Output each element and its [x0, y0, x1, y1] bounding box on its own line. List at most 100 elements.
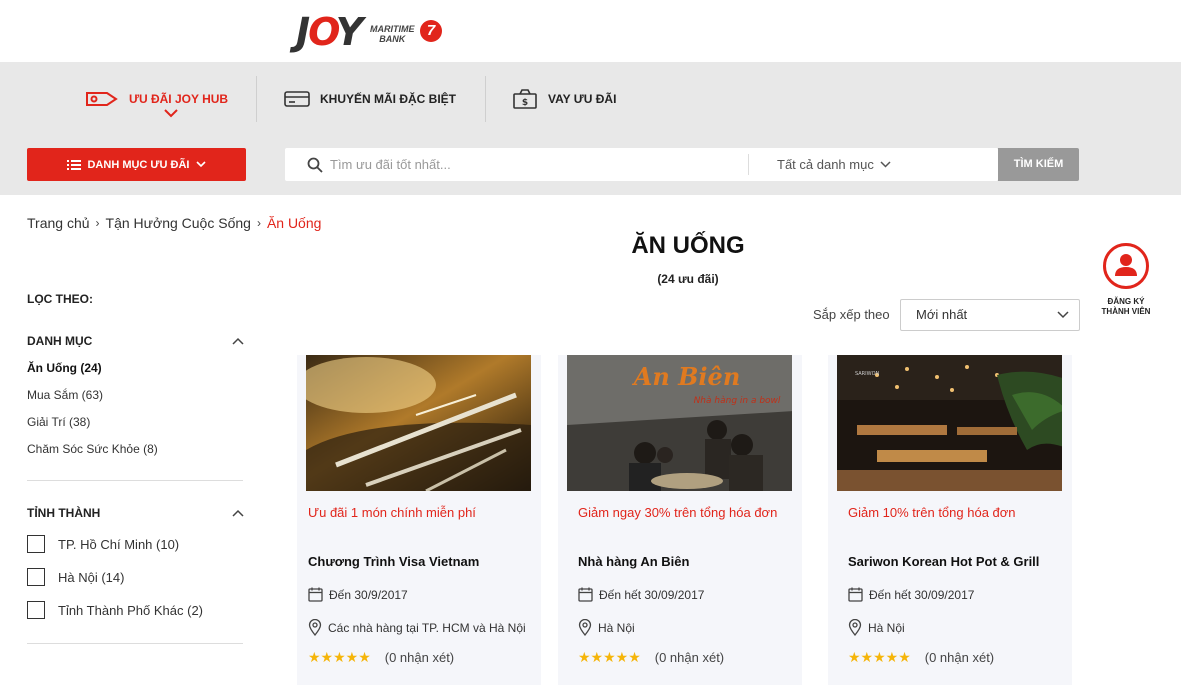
sort-value: Mới nhất: [916, 307, 968, 322]
sidebar-divider: [27, 643, 243, 644]
card-location-text: Hà Nội: [868, 620, 905, 635]
register-label: ĐĂNG KÝ THÀNH VIÊN: [1101, 297, 1151, 316]
tab-label: VAY ƯU ĐÃI: [548, 92, 617, 106]
card-date: Đến 30/9/2017: [308, 587, 408, 602]
card-reviews[interactable]: (0 nhận xét): [385, 650, 454, 665]
category-item-giai-tri[interactable]: Giải Trí (38): [27, 415, 90, 429]
card-offer: Giảm ngay 30% trên tổng hóa đơn: [578, 505, 778, 520]
search-button[interactable]: TÌM KIẾM: [998, 148, 1079, 181]
province-filter-other[interactable]: Tỉnh Thành Phố Khác (2): [27, 601, 203, 619]
chevron-down-icon: [1057, 311, 1069, 319]
chevron-up-icon[interactable]: [232, 509, 244, 517]
card-title[interactable]: Chương Trình Visa Vietnam: [308, 554, 479, 569]
breadcrumb: Trang chủ › Tận Hưởng Cuộc Sống › Ăn Uốn…: [27, 215, 321, 231]
tab-label: ƯU ĐÃI JOY HUB: [129, 92, 229, 106]
location-pin-icon: [308, 619, 322, 636]
calendar-icon: [308, 587, 323, 602]
checkbox[interactable]: [27, 535, 45, 553]
offer-card[interactable]: An Biên Nhà hàng in a bowl Giảm ngay 30%…: [558, 355, 802, 685]
category-menu-button[interactable]: DANH MỤC ƯU ĐÃI: [27, 148, 246, 181]
calendar-icon: [848, 587, 863, 602]
star-icon: ★★★★★: [578, 649, 641, 665]
tab-khuyen-mai-dac-biet[interactable]: KHUYẾN MÃI ĐẶC BIỆT: [284, 76, 456, 122]
chevron-right-icon: ›: [256, 216, 261, 230]
nav-divider: [485, 76, 486, 122]
page-title: ĂN UỐNG: [631, 232, 745, 259]
category-item-cham-soc-suc-khoe[interactable]: Chăm Sóc Sức Khỏe (8): [27, 442, 158, 456]
sort-label: Sắp xếp theo: [813, 307, 890, 322]
chevron-down-icon: [880, 161, 891, 168]
tab-label: KHUYẾN MÃI ĐẶC BIỆT: [320, 92, 457, 106]
money-bag-icon: $: [513, 89, 537, 109]
breadcrumb-current: Ăn Uống: [266, 215, 322, 231]
sidebar-divider: [27, 480, 243, 481]
chevron-right-icon: ›: [95, 216, 100, 230]
category-section-title[interactable]: DANH MỤC: [27, 334, 92, 348]
card-image-cutlery[interactable]: [306, 355, 531, 491]
category-item-an-uong[interactable]: Ăn Uống (24): [27, 361, 102, 375]
maritime-bank-logo: MARITIME BANK: [370, 24, 415, 44]
card-title[interactable]: Nhà hàng An Biên: [578, 554, 689, 569]
list-icon: [67, 159, 82, 170]
user-icon: [1103, 243, 1149, 289]
maritime-bank-badge-icon: 7: [420, 20, 442, 42]
an-bien-sub-text: Nhà hàng in a bowl: [694, 396, 781, 406]
card-date: Đến hết 30/09/2017: [578, 587, 704, 602]
search-bar: Tất cả danh mục: [285, 148, 998, 181]
card-date: Đến hết 30/09/2017: [848, 587, 974, 602]
search-category-label: Tất cả danh mục: [777, 157, 874, 172]
joy-logo[interactable]: JOY MARITIME BANK 7: [296, 6, 456, 54]
card-location-text: Hà Nội: [598, 620, 635, 635]
an-bien-sign-text: An Biên: [632, 362, 741, 391]
register-member-button[interactable]: ĐĂNG KÝ THÀNH VIÊN: [1094, 243, 1158, 317]
card-image-an-bien[interactable]: An Biên Nhà hàng in a bowl: [567, 355, 792, 491]
card-date-text: Đến hết 30/09/2017: [869, 587, 975, 602]
category-item-mua-sam[interactable]: Mua Sắm (63): [27, 388, 103, 402]
checkbox[interactable]: [27, 601, 45, 619]
svg-text:$: $: [522, 98, 528, 108]
province-label: Hà Nội (14): [58, 569, 125, 585]
offer-card[interactable]: Ưu đãi 1 món chính miễn phí Chương Trình…: [297, 355, 541, 685]
nav-divider: [256, 76, 257, 122]
checkbox[interactable]: [27, 568, 45, 586]
card-location: Các nhà hàng tại TP. HCM và Hà Nội: [308, 619, 526, 636]
star-icon: ★★★★★: [848, 649, 911, 665]
search-divider: [748, 154, 749, 175]
top-bar: JOY MARITIME BANK 7: [0, 0, 1181, 62]
filter-title: LỌC THEO:: [27, 292, 93, 306]
province-filter-ha-noi[interactable]: Hà Nội (14): [27, 568, 124, 586]
province-filter-hcm[interactable]: TP. Hồ Chí Minh (10): [27, 535, 179, 553]
sort-select[interactable]: Mới nhất: [900, 299, 1080, 331]
card-title[interactable]: Sariwon Korean Hot Pot & Grill: [848, 554, 1039, 569]
joy-logo-text: JOY: [296, 10, 363, 54]
card-reviews[interactable]: (0 nhận xét): [925, 650, 994, 665]
card-image-sariwon[interactable]: SARIWON: [837, 355, 1062, 491]
card-rating: ★★★★★ (0 nhận xét): [578, 649, 724, 666]
tag-icon: [86, 92, 118, 106]
chevron-down-icon: [164, 109, 178, 118]
card-location: Hà Nội: [578, 619, 635, 636]
chevron-down-icon: [195, 161, 206, 168]
tab-vay-uu-dai[interactable]: $ VAY ƯU ĐÃI: [512, 76, 616, 122]
province-section-title[interactable]: TỈNH THÀNH: [27, 506, 100, 520]
nav-area: ƯU ĐÃI JOY HUB KHUYẾN MÃI ĐẶC BIỆT $ VAY…: [0, 62, 1181, 195]
calendar-icon: [578, 587, 593, 602]
card-icon: [284, 91, 310, 107]
location-pin-icon: [848, 619, 862, 636]
card-date-text: Đến hết 30/09/2017: [599, 587, 705, 602]
search-category-select[interactable]: Tất cả danh mục: [777, 148, 891, 181]
chevron-up-icon[interactable]: [232, 337, 244, 345]
offer-card[interactable]: SARIWON Giảm 10% trên tổng hóa đơn Sariw…: [828, 355, 1072, 685]
category-menu-label: DANH MỤC ƯU ĐÃI: [87, 158, 190, 171]
search-input[interactable]: [330, 148, 740, 181]
card-rating: ★★★★★ (0 nhận xét): [308, 649, 454, 666]
tab-uu-dai-joy-hub[interactable]: ƯU ĐÃI JOY HUB: [85, 76, 228, 122]
offer-count: (24 ưu đãi): [657, 272, 719, 286]
card-date-text: Đến 30/9/2017: [329, 587, 408, 602]
star-icon: ★★★★★: [308, 649, 371, 665]
breadcrumb-life[interactable]: Tận Hưởng Cuộc Sống: [106, 215, 251, 231]
breadcrumb-home[interactable]: Trang chủ: [27, 215, 90, 231]
card-reviews[interactable]: (0 nhận xét): [655, 650, 724, 665]
card-offer: Giảm 10% trên tổng hóa đơn: [848, 505, 1016, 520]
card-rating: ★★★★★ (0 nhận xét): [848, 649, 994, 666]
